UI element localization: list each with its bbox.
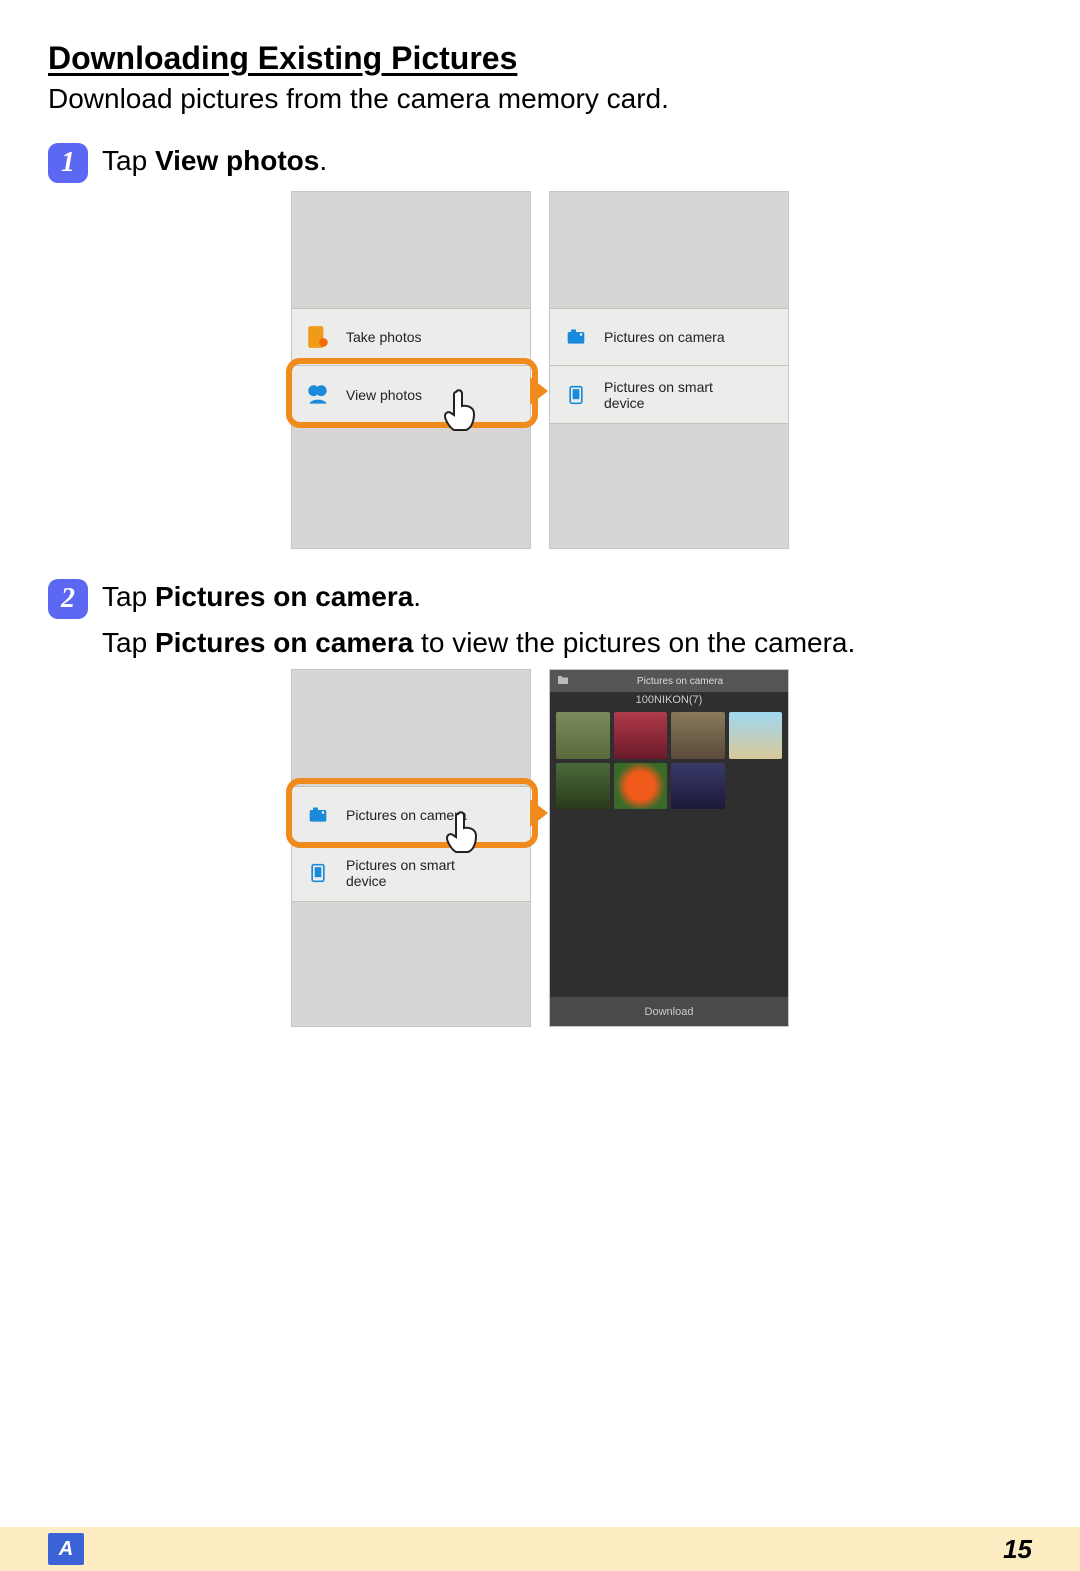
screen-gallery: Pictures on camera 100NIKON(7) Download	[549, 669, 789, 1027]
thumbnail[interactable]	[671, 712, 725, 759]
step-1-bold: View photos	[155, 145, 319, 176]
page-number: 15	[1003, 1534, 1032, 1565]
step-2-post: .	[413, 581, 421, 612]
step-2-text: Tap Pictures on camera.	[102, 579, 421, 615]
step-badge-2: 2	[48, 579, 88, 619]
menu-pictures-on-camera-label: Pictures on camera	[604, 329, 725, 345]
camera-icon	[560, 321, 592, 353]
download-button[interactable]: Download	[550, 996, 788, 1026]
menu-view-photos-label: View photos	[346, 387, 422, 403]
step-1: 1 Tap View photos.	[48, 143, 1032, 183]
step-1-pre: Tap	[102, 145, 155, 176]
menu-take-photos-label: Take photos	[346, 329, 422, 345]
gallery-header: Pictures on camera	[550, 670, 788, 692]
step-1-screenshots: Take photos View photos	[48, 191, 1032, 549]
camera-icon	[302, 799, 334, 831]
tap-cursor-icon	[444, 810, 484, 854]
device-line1-b: Pictures on smart	[346, 857, 455, 873]
menu-pictures-on-camera[interactable]: Pictures on camera	[550, 308, 788, 366]
menu-pictures-on-camera-2[interactable]: Pictures on camera	[292, 786, 530, 844]
menu-pictures-on-device-label: Pictures on smart device	[604, 379, 713, 411]
thumbnail[interactable]	[671, 763, 725, 810]
thumbnail[interactable]	[614, 763, 668, 810]
menu-pictures-on-device[interactable]: Pictures on smart device	[550, 366, 788, 424]
folder-icon	[556, 674, 570, 689]
screen-photo-source-2: Pictures on camera Pictures on smart dev…	[291, 669, 531, 1027]
step-badge-1: 1	[48, 143, 88, 183]
smartphone-icon	[560, 379, 592, 411]
menu-pictures-on-device-2[interactable]: Pictures on smart device	[292, 844, 530, 902]
section-indicator: A	[48, 1533, 84, 1565]
smartphone-icon	[302, 857, 334, 889]
gallery-thumbnails	[550, 712, 788, 809]
device-line1: Pictures on smart	[604, 379, 713, 395]
step-2-pre: Tap	[102, 581, 155, 612]
section-title: Downloading Existing Pictures	[48, 40, 1032, 77]
gallery-header-title: Pictures on camera	[578, 676, 782, 687]
screen-photo-source: Pictures on camera Pictures on smart dev…	[549, 191, 789, 549]
view-photos-icon	[302, 379, 334, 411]
menu-take-photos[interactable]: Take photos	[292, 308, 530, 366]
step-2-desc-bold: Pictures on camera	[155, 627, 413, 658]
arrow-right-icon	[530, 377, 548, 405]
menu-pictures-on-device-label-2: Pictures on smart device	[346, 857, 455, 889]
arrow-right-icon	[530, 799, 548, 827]
page-footer: A 15	[0, 1527, 1080, 1571]
menu-view-photos[interactable]: View photos	[292, 366, 530, 424]
gallery-folder-name: 100NIKON(7)	[550, 692, 788, 712]
step-2-desc-pre: Tap	[102, 627, 155, 658]
tap-cursor-icon	[442, 388, 482, 432]
take-photos-icon	[302, 321, 334, 353]
device-line2-b: device	[346, 873, 386, 889]
step-2-desc: Tap Pictures on camera to view the pictu…	[102, 627, 1032, 659]
step-2-desc-post: to view the pictures on the camera.	[413, 627, 855, 658]
device-line2: device	[604, 395, 644, 411]
thumbnail[interactable]	[614, 712, 668, 759]
thumbnail[interactable]	[556, 712, 610, 759]
step-2-bold: Pictures on camera	[155, 581, 413, 612]
screen-main-menu: Take photos View photos	[291, 191, 531, 549]
step-1-post: .	[319, 145, 327, 176]
step-2: 2 Tap Pictures on camera.	[48, 579, 1032, 619]
thumbnail[interactable]	[556, 763, 610, 810]
section-subtitle: Download pictures from the camera memory…	[48, 83, 1032, 115]
step-2-screenshots: Pictures on camera Pictures on smart dev…	[48, 669, 1032, 1027]
thumbnail[interactable]	[729, 712, 783, 759]
step-1-text: Tap View photos.	[102, 143, 327, 179]
